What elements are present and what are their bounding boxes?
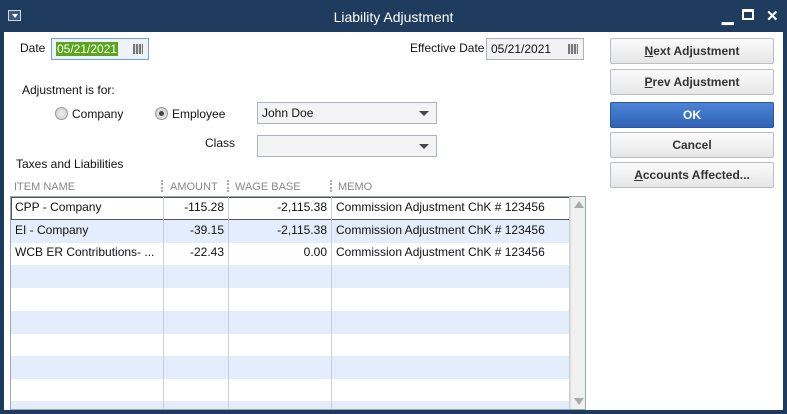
column-header[interactable]: AMOUNT — [170, 181, 218, 193]
window-title: Liability Adjustment — [333, 9, 454, 25]
company-radio[interactable] — [55, 107, 68, 120]
effective-date-value: 05/21/2021 — [491, 42, 552, 56]
cell-memo[interactable]: Commission Adjustment ChK # 123456 — [332, 197, 570, 220]
cell-memo[interactable] — [332, 378, 570, 402]
cell-memo[interactable] — [332, 310, 570, 334]
table-row[interactable] — [11, 355, 570, 379]
cell-memo[interactable] — [332, 355, 570, 379]
cell-memo[interactable] — [332, 333, 570, 357]
chevron-down-icon — [419, 111, 429, 116]
class-label: Class — [205, 136, 236, 150]
cell-item[interactable]: CPP - Company — [11, 197, 164, 220]
table-row[interactable]: CPP - Company -115.28 -2,115.38 Commission … — [11, 197, 570, 220]
cell-wage-base[interactable]: 0.00 — [229, 242, 332, 266]
employee-radio[interactable] — [155, 107, 168, 120]
date-field[interactable]: 05/21/2021 — [51, 38, 149, 60]
scroll-down-icon — [574, 398, 584, 405]
class-dropdown[interactable] — [257, 135, 437, 157]
maximize-icon[interactable] — [742, 9, 754, 20]
cell-memo[interactable] — [332, 401, 570, 409]
cancel-button[interactable]: Cancel — [610, 132, 774, 158]
cell-amount[interactable]: -22.43 — [164, 242, 229, 266]
close-icon[interactable]: ✕ — [766, 7, 779, 25]
effective-date-field[interactable]: 05/21/2021 — [486, 38, 584, 60]
cell-item[interactable]: WCB ER Contributions- ... — [11, 242, 164, 266]
table-row[interactable] — [11, 333, 570, 357]
cell-amount[interactable]: -115.28 — [164, 197, 229, 220]
scrollbar[interactable] — [570, 197, 585, 409]
table-row[interactable] — [11, 401, 570, 409]
ok-button[interactable]: OK — [610, 102, 774, 128]
employee-value: John Doe — [262, 106, 314, 120]
cell-memo[interactable]: Commission Adjustment ChK # 123456 — [332, 219, 570, 243]
cell-item[interactable]: EI - Company — [11, 219, 164, 243]
scroll-up-icon — [574, 201, 584, 208]
date-label: Date — [20, 41, 46, 55]
cell-wage-base[interactable] — [229, 378, 332, 402]
chevron-down-icon — [419, 144, 429, 149]
cell-wage-base[interactable] — [229, 333, 332, 357]
employee-dropdown[interactable]: John Doe — [257, 102, 437, 124]
cell-item[interactable] — [11, 355, 164, 379]
title-bar: Liability Adjustment ▁ ✕ — [0, 0, 787, 32]
column-header[interactable]: WAGE BASE — [235, 181, 301, 193]
cell-item[interactable] — [11, 265, 164, 289]
cell-amount[interactable] — [164, 401, 229, 409]
next-adjustment-button[interactable]: Next Adjustment — [610, 38, 774, 64]
cell-amount[interactable] — [164, 287, 229, 311]
cell-wage-base[interactable] — [229, 310, 332, 334]
cell-item[interactable] — [11, 287, 164, 311]
cell-amount[interactable] — [164, 310, 229, 334]
section-label: Taxes and Liabilities — [16, 157, 124, 171]
liabilities-table: WCB ER Contributions- ... -22.43 0.00 Commi… — [10, 196, 586, 410]
cell-amount[interactable] — [164, 333, 229, 357]
cell-amount[interactable] — [164, 265, 229, 289]
column-header[interactable]: ITEM NAME — [14, 181, 75, 193]
adjustment-for-label: Adjustment is for: — [22, 83, 115, 97]
cell-wage-base[interactable] — [229, 265, 332, 289]
cell-item[interactable] — [11, 310, 164, 334]
table-row[interactable] — [11, 265, 570, 289]
table-row[interactable] — [11, 287, 570, 311]
cell-item[interactable] — [11, 401, 164, 409]
cell-wage-base[interactable]: -2,115.38 — [229, 219, 332, 243]
cell-amount[interactable] — [164, 378, 229, 402]
employee-label: Employee — [172, 107, 226, 121]
cell-wage-base[interactable]: -2,115.38 — [229, 197, 332, 220]
cell-amount[interactable]: -39.15 — [164, 219, 229, 243]
cell-memo[interactable] — [332, 265, 570, 289]
table-row[interactable]: WCB ER Contributions- ... -22.43 0.00 Commi… — [11, 242, 570, 266]
dialog-body: Date 05/21/2021 Effective Date 05/21/202… — [4, 32, 783, 410]
cell-wage-base[interactable] — [229, 287, 332, 311]
calendar-icon[interactable] — [568, 44, 578, 54]
table-row[interactable] — [11, 378, 570, 402]
cell-memo[interactable]: Commission Adjustment ChK # 123456 — [332, 242, 570, 266]
cell-wage-base[interactable] — [229, 401, 332, 409]
cell-memo[interactable] — [332, 287, 570, 311]
accounts-affected-button[interactable]: Accounts Affected... — [610, 162, 774, 188]
cell-wage-base[interactable] — [229, 355, 332, 379]
table-row[interactable] — [11, 310, 570, 334]
minimize-icon[interactable]: ▁ — [722, 7, 734, 25]
column-header[interactable]: MEMO — [338, 181, 372, 193]
date-value: 05/21/2021 — [56, 42, 119, 56]
table-row[interactable]: EI - Company -39.15 -2,115.38 Commission Ad… — [11, 219, 570, 243]
effective-date-label: Effective Date — [410, 41, 485, 55]
cell-item[interactable] — [11, 333, 164, 357]
cell-amount[interactable] — [164, 355, 229, 379]
company-label: Company — [72, 107, 124, 121]
cell-item[interactable] — [11, 378, 164, 402]
calendar-icon[interactable] — [133, 44, 143, 54]
prev-adjustment-button[interactable]: Prev Adjustment — [610, 69, 774, 95]
table-header: ITEM NAME AMOUNT WAGE BASE MEMO — [10, 178, 581, 196]
